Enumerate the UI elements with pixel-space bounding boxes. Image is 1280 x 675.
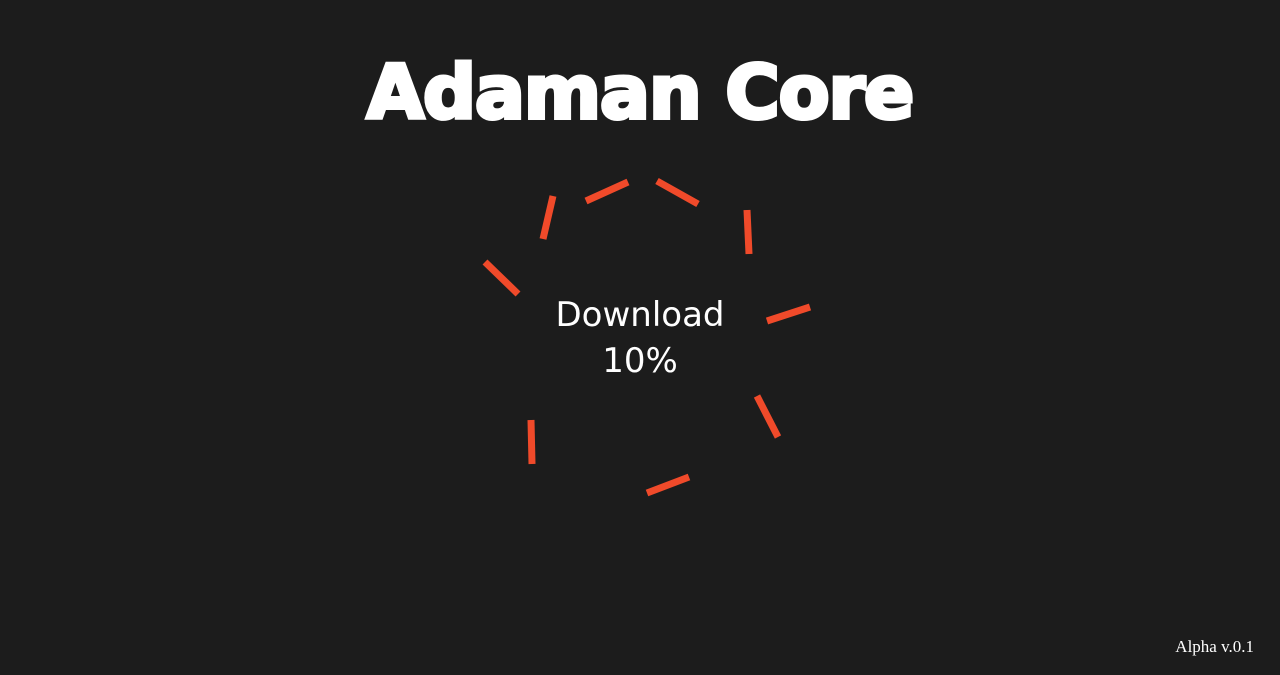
loader-dash-9 bbox=[482, 259, 521, 297]
loader-dash-1 bbox=[539, 195, 557, 240]
loader-dash-3 bbox=[655, 177, 700, 208]
loader-dash-4 bbox=[743, 209, 753, 255]
loader-dash-6 bbox=[753, 394, 782, 439]
loader-dash-8 bbox=[527, 419, 536, 465]
loading-screen: Adaman Core Download 10% Alpha v.0.1 bbox=[0, 0, 1280, 675]
download-label: Download bbox=[555, 295, 725, 335]
version-label: Alpha v.0.1 bbox=[1175, 637, 1254, 656]
loader-dash-2 bbox=[584, 178, 630, 205]
loader-dash-7 bbox=[645, 473, 691, 497]
download-status: Download 10% bbox=[490, 292, 790, 384]
download-progress-text: 10% bbox=[602, 341, 678, 381]
